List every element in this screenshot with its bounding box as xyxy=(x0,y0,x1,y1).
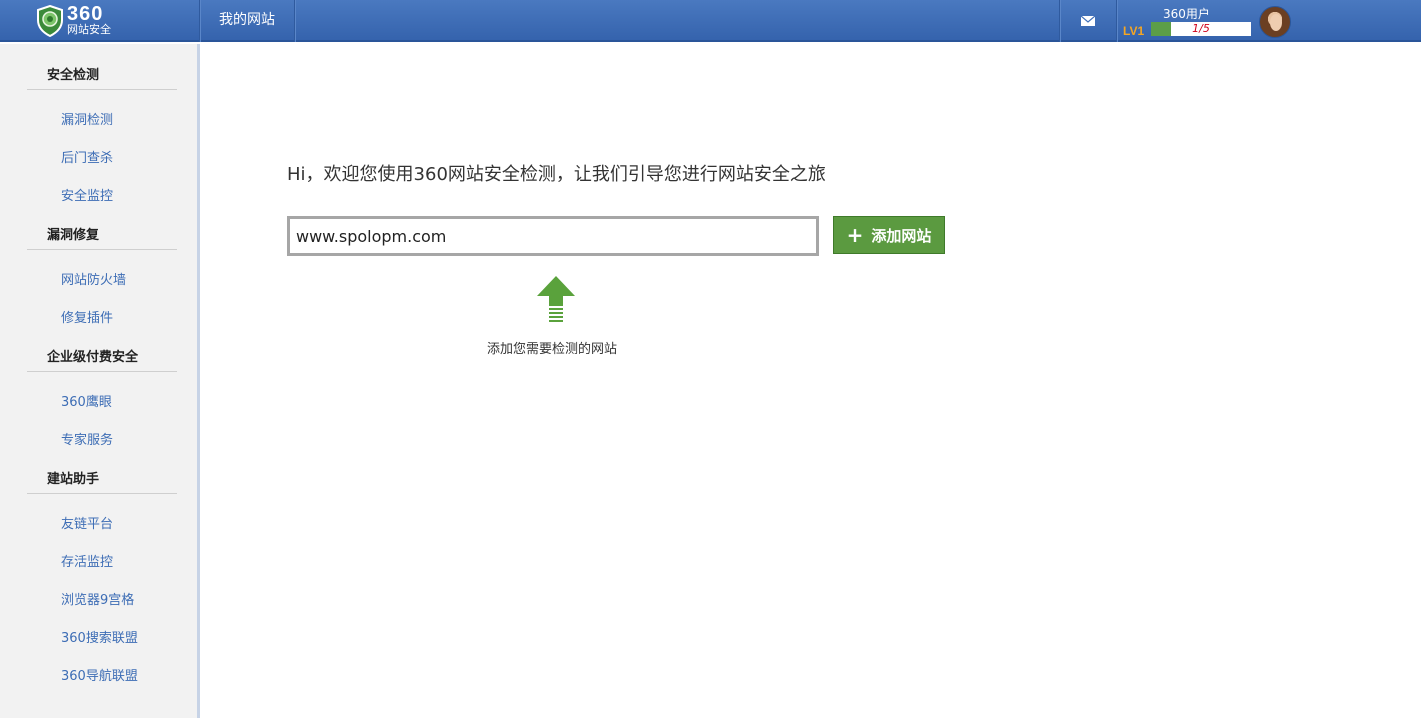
welcome-text: Hi，欢迎您使用360网站安全检测，让我们引导您进行网站安全之旅 xyxy=(287,164,826,185)
sidebar-item-nav-union[interactable]: 360导航联盟 xyxy=(61,665,138,684)
level-progress-text: 1/5 xyxy=(1192,22,1210,35)
sidebar-border xyxy=(197,44,200,718)
sidebar-item-uptime-monitor[interactable]: 存活监控 xyxy=(61,551,113,570)
sidebar-item-vuln-scan[interactable]: 漏洞检测 xyxy=(61,109,113,128)
top-header: 360 网站安全 我的网站 360用户 LV1 1/5 xyxy=(0,0,1421,42)
sidebar-item-friend-links[interactable]: 友链平台 xyxy=(61,513,113,532)
site-url-input[interactable] xyxy=(287,216,819,256)
user-panel: 360用户 LV1 1/5 xyxy=(1117,0,1421,42)
logo[interactable]: 360 网站安全 xyxy=(0,0,198,42)
plus-icon: + xyxy=(846,223,864,247)
avatar-face xyxy=(1270,14,1282,31)
sidebar-section-vuln-fix: 漏洞修复 xyxy=(47,228,100,243)
avatar[interactable] xyxy=(1259,6,1291,38)
sidebar: 安全检测 漏洞检测 后门查杀 安全监控 漏洞修复 网站防火墙 修复插件 企业级付… xyxy=(0,44,197,718)
sidebar-section-security-check: 安全检测 xyxy=(47,68,100,83)
sidebar-item-eagle-eye[interactable]: 360鹰眼 xyxy=(61,391,112,410)
sidebar-item-search-union[interactable]: 360搜索联盟 xyxy=(61,627,138,646)
sidebar-section-enterprise: 企业级付费安全 xyxy=(47,350,139,365)
up-arrow-icon xyxy=(537,276,575,322)
sidebar-divider xyxy=(27,493,177,494)
mail-button[interactable] xyxy=(1060,0,1116,42)
brand-number: 360 xyxy=(67,3,104,25)
sidebar-divider xyxy=(27,371,177,372)
sidebar-section-site-assistant: 建站助手 xyxy=(47,472,100,487)
sidebar-item-firewall[interactable]: 网站防火墙 xyxy=(61,269,126,288)
brand-subtitle: 网站安全 xyxy=(67,23,111,36)
add-site-button[interactable]: + 添加网站 xyxy=(833,216,945,254)
add-site-hint: 添加您需要检测的网站 xyxy=(487,342,618,357)
shield-logo-icon xyxy=(37,5,63,37)
nav-my-sites[interactable]: 我的网站 xyxy=(200,0,294,42)
brand: 360 网站安全 xyxy=(67,4,111,36)
sidebar-divider xyxy=(27,89,177,90)
user-name[interactable]: 360用户 xyxy=(1163,5,1210,22)
sidebar-item-expert-service[interactable]: 专家服务 xyxy=(61,429,113,448)
mail-icon xyxy=(1081,16,1095,26)
add-site-label: 添加网站 xyxy=(871,226,932,245)
level-progress-bar: 1/5 xyxy=(1151,22,1251,36)
sidebar-item-fix-plugin[interactable]: 修复插件 xyxy=(61,307,113,326)
header-divider xyxy=(294,0,295,42)
sidebar-item-backdoor-scan[interactable]: 后门查杀 xyxy=(61,147,113,166)
sidebar-item-security-monitor[interactable]: 安全监控 xyxy=(61,185,113,204)
user-level: LV1 xyxy=(1123,24,1145,38)
sidebar-item-browser-grid[interactable]: 浏览器9宫格 xyxy=(61,589,134,608)
sidebar-divider xyxy=(27,249,177,250)
